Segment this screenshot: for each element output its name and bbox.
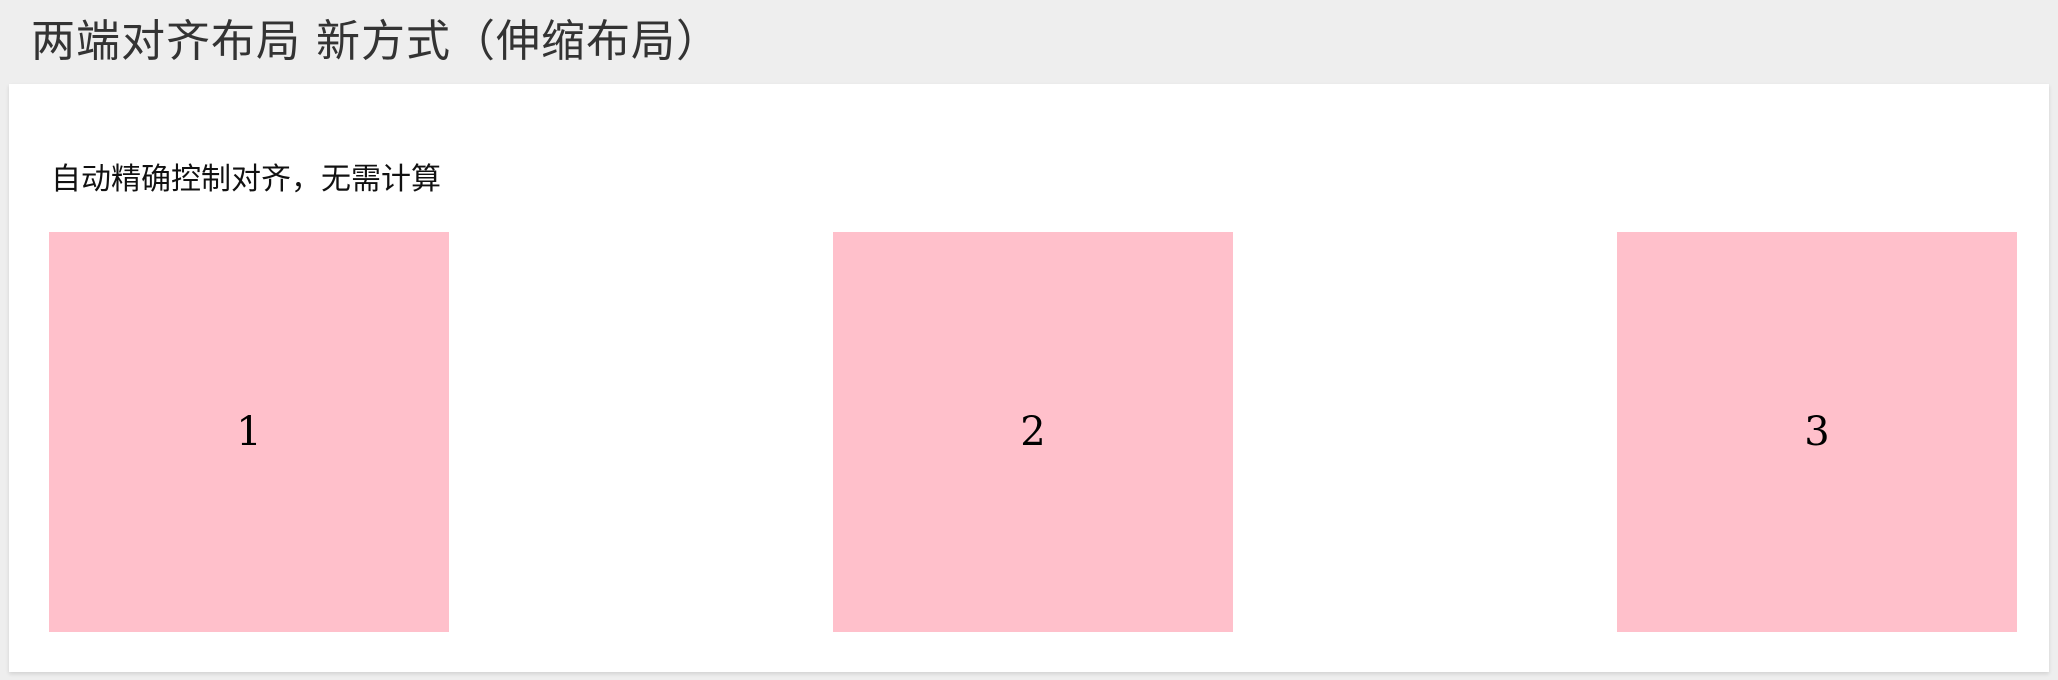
flex-item-3: 3 [1617,232,2017,632]
flex-container: 1 2 3 [49,232,2017,632]
flex-item-label: 1 [236,409,262,455]
page: 两端对齐布局 新方式（伸缩布局） 自动精确控制对齐，无需计算 1 2 3 [0,0,2058,680]
page-title: 两端对齐布局 新方式（伸缩布局） [31,16,721,67]
flex-item-label: 2 [1020,409,1046,455]
description-text: 自动精确控制对齐，无需计算 [51,162,441,197]
flex-item-1: 1 [49,232,449,632]
flex-item-2: 2 [833,232,1233,632]
demo-panel: 自动精确控制对齐，无需计算 1 2 3 [9,84,2049,672]
flex-item-label: 3 [1804,409,1830,455]
page-header: 两端对齐布局 新方式（伸缩布局） [9,0,2049,84]
